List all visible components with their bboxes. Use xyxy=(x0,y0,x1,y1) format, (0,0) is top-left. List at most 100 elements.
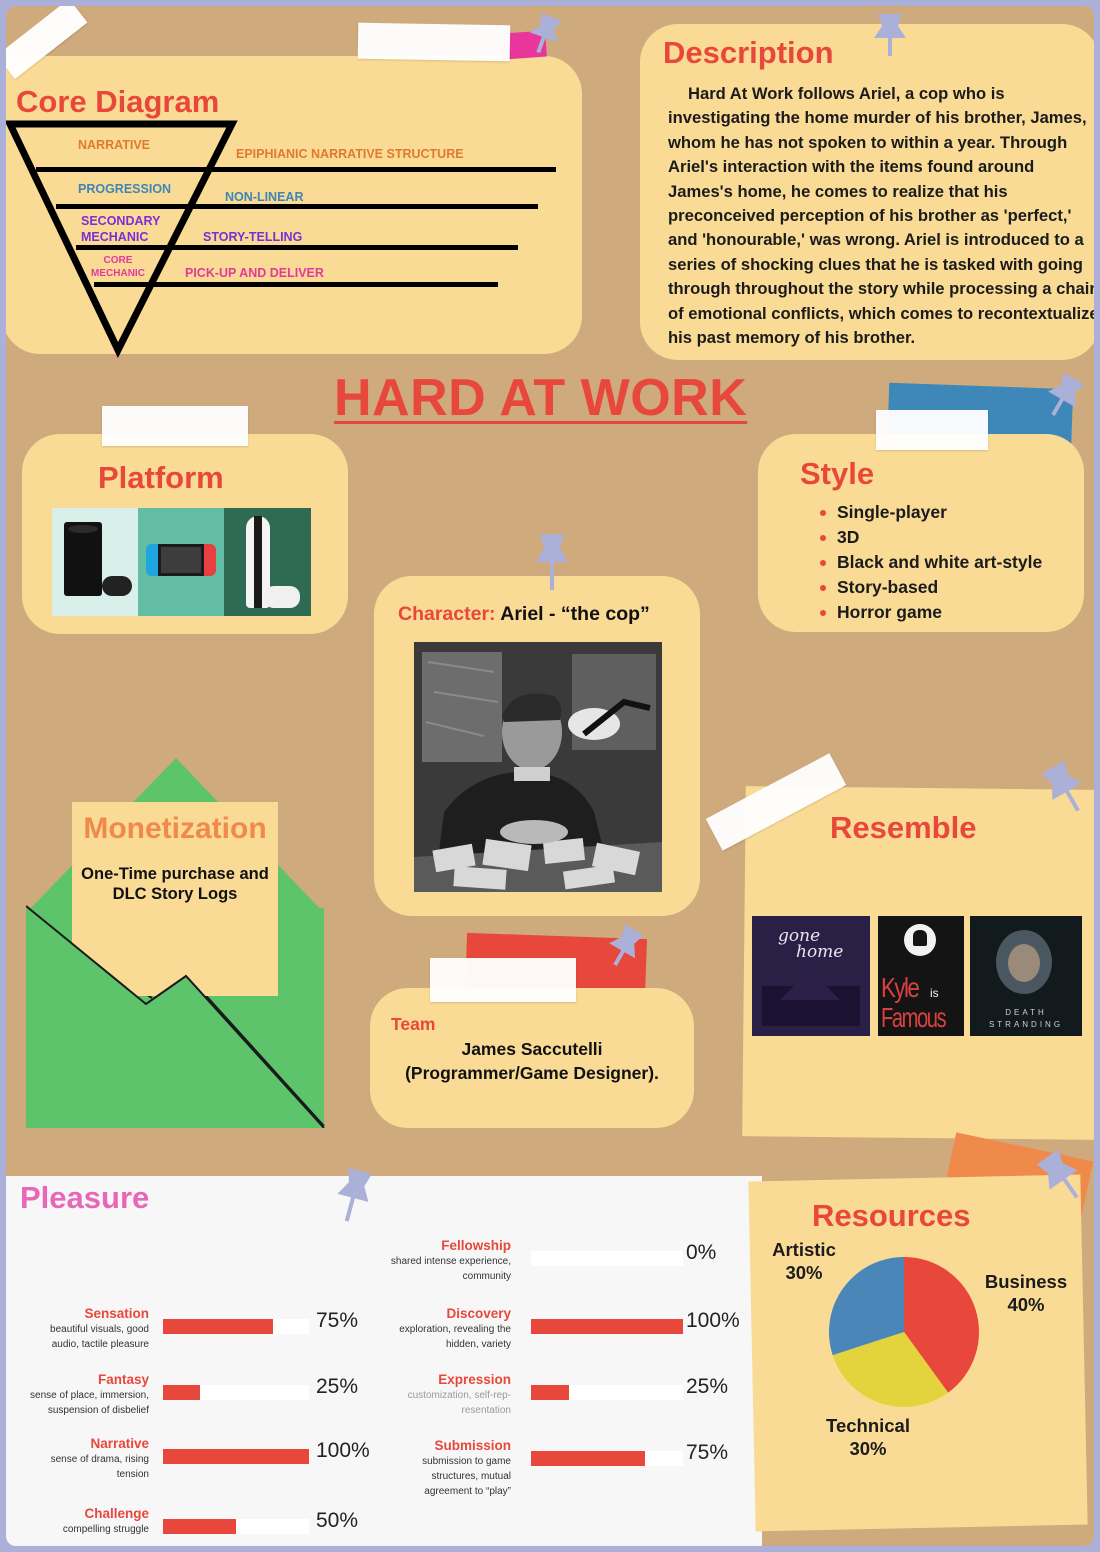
pleasure-desc: audio, tactile pleasure xyxy=(51,1339,149,1350)
pushpin-icon xyxy=(1041,760,1082,812)
pleasure-desc: submission to game xyxy=(422,1456,511,1467)
pleasure-title: Pleasure xyxy=(20,1180,150,1215)
pleasure-bar xyxy=(531,1319,683,1334)
pushpin-icon xyxy=(536,534,568,590)
style-title: Style xyxy=(800,456,875,491)
core-layer-secondary: SECONDARY MECHANIC xyxy=(81,214,161,244)
pleasure-desc: beautiful visuals, good xyxy=(50,1324,149,1335)
core-layer-progression: PROGRESSION xyxy=(78,182,172,196)
pleasure-name: Narrative xyxy=(90,1436,149,1451)
core-value-core: PICK-UP AND DELIVER xyxy=(185,266,324,280)
core-value-progression: NON-LINEAR xyxy=(225,190,304,204)
pleasure-bar-fill xyxy=(163,1385,200,1400)
style-item: Black and white art-style xyxy=(818,550,1042,575)
tape xyxy=(876,410,988,450)
pleasure-name: Submission xyxy=(434,1438,511,1453)
pleasure-name: Expression xyxy=(438,1372,511,1387)
pleasure-bar xyxy=(163,1385,309,1400)
pleasure-bar xyxy=(163,1319,309,1334)
pleasure-desc: sense of drama, rising xyxy=(50,1454,149,1465)
core-divider-line xyxy=(36,167,556,172)
game-title: STRANDING xyxy=(988,1020,1064,1029)
pleasure-desc: exploration, revealing the xyxy=(399,1324,511,1335)
pleasure-desc: compelling struggle xyxy=(62,1524,149,1535)
team-member: James Saccutelli xyxy=(461,1039,603,1059)
pushpin-icon xyxy=(1036,1149,1079,1199)
detective-portrait xyxy=(414,642,662,892)
pleasure-bar xyxy=(531,1451,683,1466)
pleasure-value: 0% xyxy=(686,1241,717,1264)
tape xyxy=(357,22,511,62)
poster-title: HARD AT WORK xyxy=(334,369,748,427)
character-heading: Character: Ariel - “the cop” xyxy=(398,603,650,626)
pleasure-bar-fill xyxy=(531,1385,569,1400)
pleasure-value: 25% xyxy=(686,1375,729,1398)
pleasure-desc: hidden, variety xyxy=(445,1339,511,1350)
game-cover-gone-home: gone home xyxy=(752,916,870,1036)
pleasure-desc: sense of place, immersion, xyxy=(30,1390,149,1401)
pie-label-business: Business 40% xyxy=(984,1271,1068,1315)
team-role: (Programmer/Game Designer). xyxy=(405,1063,659,1083)
core-divider-line xyxy=(94,282,498,287)
game-title: Famous xyxy=(881,1002,947,1033)
core-value-secondary: STORY-TELLING xyxy=(203,230,303,244)
pushpin-icon xyxy=(874,14,906,56)
pleasure-desc: community xyxy=(462,1271,511,1282)
style-item: Story-based xyxy=(818,575,1042,600)
style-item: Horror game xyxy=(818,600,1042,625)
pleasure-bar xyxy=(163,1449,309,1464)
game-cover-death-stranding: DEATH STRANDING xyxy=(970,916,1082,1036)
platform-images xyxy=(52,508,311,616)
pleasure-bar-fill xyxy=(163,1449,309,1464)
tape xyxy=(102,406,248,446)
game-title: home xyxy=(796,942,844,962)
pie-label-artistic: Artistic 30% xyxy=(772,1239,836,1283)
team-title: Team xyxy=(391,1014,436,1034)
pleasure-name: Discovery xyxy=(446,1306,511,1321)
core-diagram-title: Core Diagram xyxy=(16,84,220,119)
pleasure-desc: resentation xyxy=(461,1405,511,1416)
pushpin-icon xyxy=(337,1167,372,1222)
resources-title: Resources xyxy=(812,1198,971,1233)
pleasure-bar-fill xyxy=(163,1519,236,1534)
pushpin-icon xyxy=(529,14,562,54)
description-text: Hard At Work follows Ariel, a cop who is… xyxy=(668,84,1094,348)
pleasure-desc: structures, mutual xyxy=(431,1471,511,1482)
core-layer-core: CORE MECHANIC xyxy=(91,255,145,279)
pleasure-bar xyxy=(163,1519,309,1534)
pleasure-name: Challenge xyxy=(84,1506,149,1521)
resemble-title: Resemble xyxy=(830,810,977,845)
pleasure-bar-fill xyxy=(163,1319,273,1334)
character-label: Character: xyxy=(398,603,496,625)
core-layer-narrative: NARRATIVE xyxy=(78,138,150,152)
description-title: Description xyxy=(663,35,834,70)
pleasure-value: 75% xyxy=(686,1441,729,1464)
pleasure-bar-fill xyxy=(531,1319,683,1334)
pleasure-desc: suspension of disbelief xyxy=(47,1405,149,1416)
style-list: Single-player 3D Black and white art-sty… xyxy=(818,500,1042,625)
core-value-narrative: EPIPHIANIC NARRATIVE STRUCTURE xyxy=(236,147,464,161)
playstation-console-icon xyxy=(224,508,311,616)
pushpin-icon xyxy=(609,924,644,967)
monetization-text: One-Time purchase and DLC Story Logs xyxy=(81,865,269,903)
pleasure-desc: agreement to “play” xyxy=(424,1486,511,1497)
core-divider-line xyxy=(56,204,538,209)
pleasure-name: Fantasy xyxy=(97,1372,149,1387)
pleasure-desc: tension xyxy=(116,1469,149,1480)
pleasure-desc: customization, self-rep- xyxy=(407,1390,511,1401)
monetization-title: Monetization xyxy=(83,812,267,845)
tape xyxy=(430,958,576,1002)
game-title: Kyle xyxy=(881,972,920,1003)
style-item: 3D xyxy=(818,525,1042,550)
pleasure-value: 100% xyxy=(686,1309,740,1332)
platform-title: Platform xyxy=(98,460,224,495)
poster-board: Core Diagram NARRATIVE EPIPHIANIC NARRAT… xyxy=(6,6,1094,1546)
game-title: DEATH xyxy=(1005,1008,1047,1017)
core-divider-line xyxy=(76,245,518,250)
pleasure-name: Sensation xyxy=(84,1306,149,1321)
pushpin-icon xyxy=(1048,372,1085,417)
character-name: Ariel - “the cop” xyxy=(500,603,650,625)
game-cover-kyle-is-famous: Kyle is Famous xyxy=(878,916,964,1036)
pleasure-bar xyxy=(531,1251,683,1266)
pleasure-name: Fellowship xyxy=(441,1238,511,1253)
